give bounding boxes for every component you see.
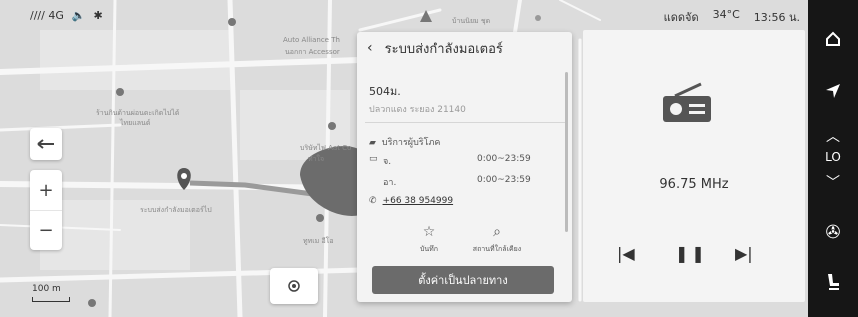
temperature-setting: LO	[825, 150, 841, 164]
hours-row: จ. 0:00~23:59	[369, 154, 549, 168]
map-label: บ้านนิยม ชุด	[452, 17, 491, 25]
chevron-left-icon[interactable]: ‹	[367, 40, 373, 56]
radio-icon	[663, 82, 711, 122]
map-label: Auto Alliance Th	[283, 36, 340, 44]
navigation-button[interactable]	[808, 82, 858, 104]
temp-up-button[interactable]: ︿	[808, 126, 858, 146]
category-row: ▰ บริการผู้บริโภค	[369, 135, 440, 149]
fan-button[interactable]: ✇	[808, 222, 858, 243]
zoom-out-button[interactable]: −	[30, 210, 62, 250]
nearby-button[interactable]: ⌕ สถานที่ใกล้เคียง	[465, 224, 529, 255]
volume-icon: 🔈	[71, 9, 86, 22]
map-label: บริษัทไฟ Aat Co	[300, 144, 352, 152]
hours-day: จ.	[383, 157, 392, 167]
hours-day: อา.	[383, 178, 397, 188]
phone-row[interactable]: ✆ +66 38 954999	[369, 196, 453, 206]
recenter-button[interactable]	[270, 268, 318, 304]
home-icon	[826, 31, 840, 46]
fan-icon: ✇	[825, 222, 841, 243]
previous-track-icon[interactable]: |◀	[617, 244, 635, 263]
radio-panel: 96.75 MHz |◀ ❚❚ ▶|	[583, 30, 805, 302]
distance: 504ม.	[369, 85, 401, 98]
panel-scrollbar[interactable]	[565, 72, 568, 232]
collapse-button[interactable]	[30, 128, 62, 160]
hours-time: 0:00~23:59	[477, 175, 531, 185]
pause-icon[interactable]: ❚❚	[675, 244, 708, 263]
chevron-up-icon: ︿	[826, 129, 840, 145]
map-label: นอกกา Accessor	[285, 48, 340, 56]
home-button[interactable]	[808, 30, 858, 52]
star-icon: ☆	[422, 224, 436, 240]
zoom-in-button[interactable]: +	[30, 170, 62, 210]
hours-row: อา. 0:00~23:59	[369, 175, 549, 189]
radio-frequency: 96.75 MHz	[659, 177, 729, 192]
save-button[interactable]: ☆ บันทึก	[397, 224, 461, 255]
seat-icon	[828, 274, 839, 290]
chevron-down-icon: ﹀	[826, 175, 840, 191]
temp-down-button[interactable]: ﹀	[808, 172, 858, 192]
status-right: แดดจัด 34°C 13:56 น.	[620, 8, 800, 26]
nearby-label: สถานที่ใกล้เคียง	[472, 245, 522, 253]
seat-button[interactable]	[808, 272, 858, 296]
zoom-controls: + −	[30, 170, 62, 250]
status-left: //// 4G 🔈 ✱	[30, 9, 103, 22]
map-label: ทูทเม อีโอ	[303, 237, 334, 245]
save-label: บันทึก	[419, 245, 439, 253]
next-track-icon[interactable]: ▶|	[735, 244, 753, 263]
plus-icon: +	[38, 179, 54, 201]
right-rail: ︿ LO ﹀ ✇	[808, 0, 858, 317]
phone-link[interactable]: +66 38 954999	[383, 196, 454, 206]
traffic-status: แดดจัด	[663, 11, 699, 24]
clock: 13:56 น.	[753, 11, 800, 24]
collapse-arrow-icon	[37, 139, 54, 149]
map-label: ไทยแลนด์	[120, 119, 151, 127]
phone-icon: ✆	[369, 196, 377, 206]
map-label: ระบบส่งกำลังมอเตอร์ไป	[140, 206, 212, 214]
map-label: ทำใจ	[308, 155, 325, 163]
screen: Auto Alliance Th นอกกา Accessor ร้านกินด…	[0, 0, 858, 317]
signal-indicator: //// 4G	[30, 9, 64, 22]
panel-title: ระบบส่งกำลังมอเตอร์	[384, 41, 503, 57]
category: บริการผู้บริโภค	[381, 138, 441, 148]
navigation-arrow-icon	[826, 84, 840, 98]
bluetooth-icon: ✱	[93, 9, 103, 22]
divider	[365, 122, 565, 123]
location-target-icon	[288, 280, 300, 292]
minus-icon: −	[38, 220, 54, 241]
category-icon: ▰	[369, 138, 376, 148]
temperature: 34°C	[712, 8, 740, 21]
set-destination-button[interactable]: ตั้งค่าเป็นปลายทาง	[372, 266, 554, 294]
search-icon: ⌕	[493, 224, 501, 240]
poi-info-panel: ‹ ระบบส่งกำลังมอเตอร์ 504ม. ปลวกแดง ระยอ…	[357, 32, 572, 302]
map-scale-bar	[32, 297, 70, 302]
address: ปลวกแดง ระยอง 21140	[369, 105, 466, 115]
panel-header: ‹ ระบบส่งกำลังมอเตอร์	[357, 32, 572, 64]
hours-time: 0:00~23:59	[477, 154, 531, 164]
map-scale-label: 100 m	[32, 284, 61, 294]
